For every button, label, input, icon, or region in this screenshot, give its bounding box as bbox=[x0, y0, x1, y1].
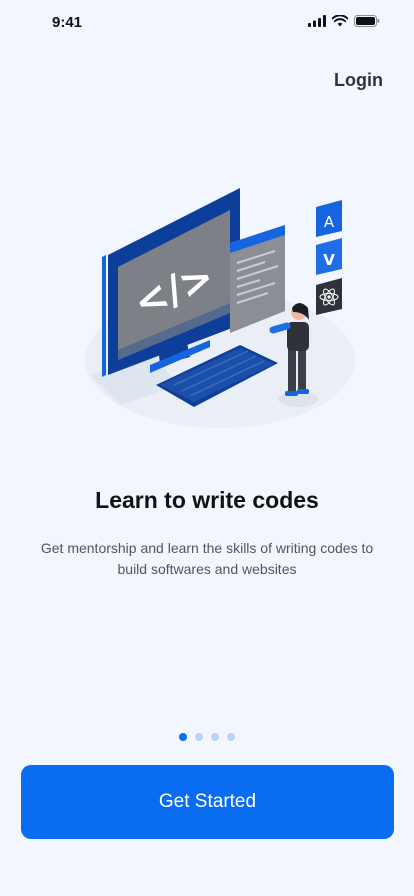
svg-text:A: A bbox=[324, 213, 335, 231]
status-bar: 9:41 bbox=[0, 0, 414, 46]
signal-icon bbox=[308, 15, 326, 27]
login-link[interactable]: Login bbox=[334, 70, 383, 91]
page-dot[interactable] bbox=[179, 733, 187, 741]
vue-icon: V bbox=[316, 238, 342, 275]
page-dot[interactable] bbox=[211, 733, 219, 741]
page-indicator bbox=[0, 733, 414, 741]
page-dot[interactable] bbox=[227, 733, 235, 741]
angular-icon: A bbox=[316, 200, 342, 237]
get-started-button[interactable]: Get Started bbox=[21, 765, 394, 839]
status-icons bbox=[308, 15, 380, 27]
page-dot[interactable] bbox=[195, 733, 203, 741]
react-icon bbox=[316, 278, 342, 315]
status-time: 9:41 bbox=[52, 14, 83, 31]
battery-icon bbox=[354, 15, 380, 27]
wifi-icon bbox=[332, 15, 348, 27]
svg-text:V: V bbox=[323, 251, 335, 269]
onboarding-title: Learn to write codes bbox=[95, 487, 319, 513]
onboarding-subtitle: Get mentorship and learn the skills of w… bbox=[40, 540, 374, 577]
hero-illustration: </> A V bbox=[85, 188, 355, 428]
